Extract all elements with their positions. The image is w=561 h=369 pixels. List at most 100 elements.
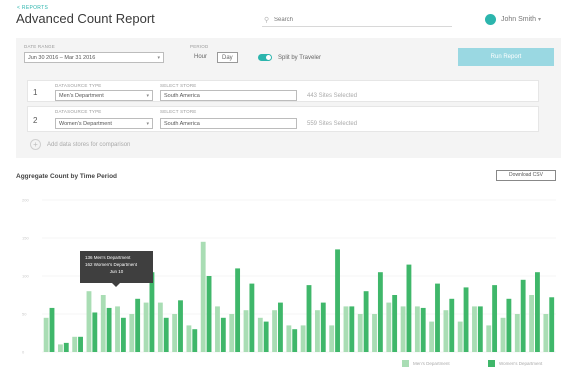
bar-men[interactable] (100, 295, 106, 352)
bar-women[interactable] (392, 295, 398, 352)
search-input[interactable] (274, 15, 444, 25)
bar-men[interactable] (229, 314, 235, 352)
bar-men[interactable] (215, 306, 220, 352)
bar-men[interactable] (43, 317, 49, 352)
bar-women[interactable] (235, 268, 241, 352)
add-datasource-row[interactable]: + Add data stores for comparison (30, 139, 130, 150)
bar-women[interactable] (506, 298, 512, 352)
bar-men[interactable] (372, 314, 377, 352)
period-day-button[interactable]: Day (217, 52, 238, 63)
store-label: SELECT STORE (160, 109, 197, 114)
bar-women[interactable] (477, 306, 483, 352)
bar-men[interactable] (514, 314, 520, 352)
bar-women[interactable] (535, 272, 540, 352)
datasource-type-select[interactable]: Men's Department ▾ (55, 90, 153, 101)
bar-men[interactable] (157, 302, 163, 352)
bar-women[interactable] (549, 297, 555, 352)
period-hour-button[interactable]: Hour (190, 52, 211, 63)
chart-tooltip: 136 Men's Department 162 Women's Departm… (80, 251, 153, 287)
y-tick-label: 100 (22, 274, 29, 279)
bar-men[interactable] (329, 325, 335, 352)
bar-men[interactable] (386, 302, 392, 352)
datasource-type-select[interactable]: Women's Department ▾ (55, 118, 153, 129)
bar-men[interactable] (257, 317, 263, 352)
bar-men[interactable] (443, 310, 449, 352)
bar-women[interactable] (263, 321, 269, 352)
bar-men[interactable] (129, 314, 135, 352)
user-menu[interactable]: John Smith ▾ (485, 12, 541, 26)
bar-men[interactable] (457, 321, 463, 352)
bar-women[interactable] (335, 249, 340, 352)
y-tick-label: 150 (22, 236, 29, 241)
bar-men[interactable] (343, 306, 349, 352)
bar-men[interactable] (529, 295, 535, 352)
bar-women[interactable] (135, 298, 141, 352)
bar-men[interactable] (272, 310, 278, 352)
bar-women[interactable] (206, 276, 212, 352)
bar-men[interactable] (86, 291, 92, 352)
bar-men[interactable] (200, 241, 206, 352)
bar-women[interactable] (406, 264, 412, 352)
bar-women[interactable] (63, 342, 69, 352)
chevron-down-icon: ▾ (146, 92, 149, 99)
bar-women[interactable] (178, 300, 183, 352)
bar-women[interactable] (306, 285, 312, 352)
bar-men[interactable] (172, 314, 178, 352)
bar-men[interactable] (143, 302, 149, 352)
bar-women[interactable] (520, 279, 526, 352)
bar-men[interactable] (357, 314, 363, 352)
chevron-down-icon: ▾ (157, 54, 160, 61)
bar-women[interactable] (192, 329, 198, 352)
bar-women[interactable] (120, 317, 126, 352)
bar-men[interactable] (243, 310, 249, 352)
bar-women[interactable] (249, 283, 255, 352)
bar-women[interactable] (78, 336, 83, 352)
bar-women[interactable] (220, 317, 226, 352)
bar-women[interactable] (49, 307, 55, 352)
store-value: South America (164, 120, 200, 127)
bar-women[interactable] (92, 312, 98, 352)
bar-women[interactable] (292, 329, 298, 352)
split-traveler-toggle[interactable] (258, 54, 272, 61)
bar-men[interactable] (429, 321, 435, 352)
bar-men[interactable] (314, 310, 320, 352)
chevron-down-icon: ▾ (146, 120, 149, 127)
legend-label: Men's Department (413, 361, 450, 366)
bar-women[interactable] (492, 285, 498, 352)
bar-women[interactable] (377, 272, 383, 352)
bar-women[interactable] (363, 291, 369, 352)
bar-women[interactable] (435, 283, 440, 352)
bar-men[interactable] (57, 344, 63, 352)
bar-men[interactable] (400, 306, 406, 352)
store-select[interactable]: South America (160, 90, 297, 101)
bar-women[interactable] (278, 302, 283, 352)
bar-men[interactable] (186, 325, 192, 352)
bar-men[interactable] (115, 306, 120, 352)
chevron-down-icon: ▾ (538, 16, 542, 23)
bar-men[interactable] (500, 317, 506, 352)
bar-men[interactable] (300, 325, 306, 352)
y-tick-label: 0 (22, 350, 25, 355)
store-select[interactable]: South America (160, 118, 297, 129)
bar-men[interactable] (286, 325, 292, 352)
bar-women[interactable] (163, 317, 169, 352)
bar-women[interactable] (320, 302, 326, 352)
bar-men[interactable] (72, 336, 78, 352)
bar-men[interactable] (472, 306, 477, 352)
bar-men[interactable] (486, 325, 492, 352)
bar-women[interactable] (420, 307, 426, 352)
bar-women[interactable] (463, 287, 469, 352)
plus-icon[interactable]: + (30, 139, 41, 150)
bar-men[interactable] (414, 306, 420, 352)
bar-men[interactable] (543, 314, 549, 352)
search-box[interactable]: ⚲ (262, 14, 452, 27)
bar-women[interactable] (349, 306, 355, 352)
run-report-button[interactable]: Run Report (458, 48, 554, 66)
date-range-select[interactable]: Jun 30 2016 – Mar 31 2016 ▾ (24, 52, 164, 63)
download-csv-button[interactable]: Download CSV (496, 170, 556, 181)
bar-women[interactable] (149, 272, 155, 352)
legend-label: Women's Department (499, 361, 543, 366)
legend-item-men: Men's Department (402, 360, 450, 367)
bar-women[interactable] (106, 307, 112, 352)
bar-women[interactable] (449, 298, 455, 352)
